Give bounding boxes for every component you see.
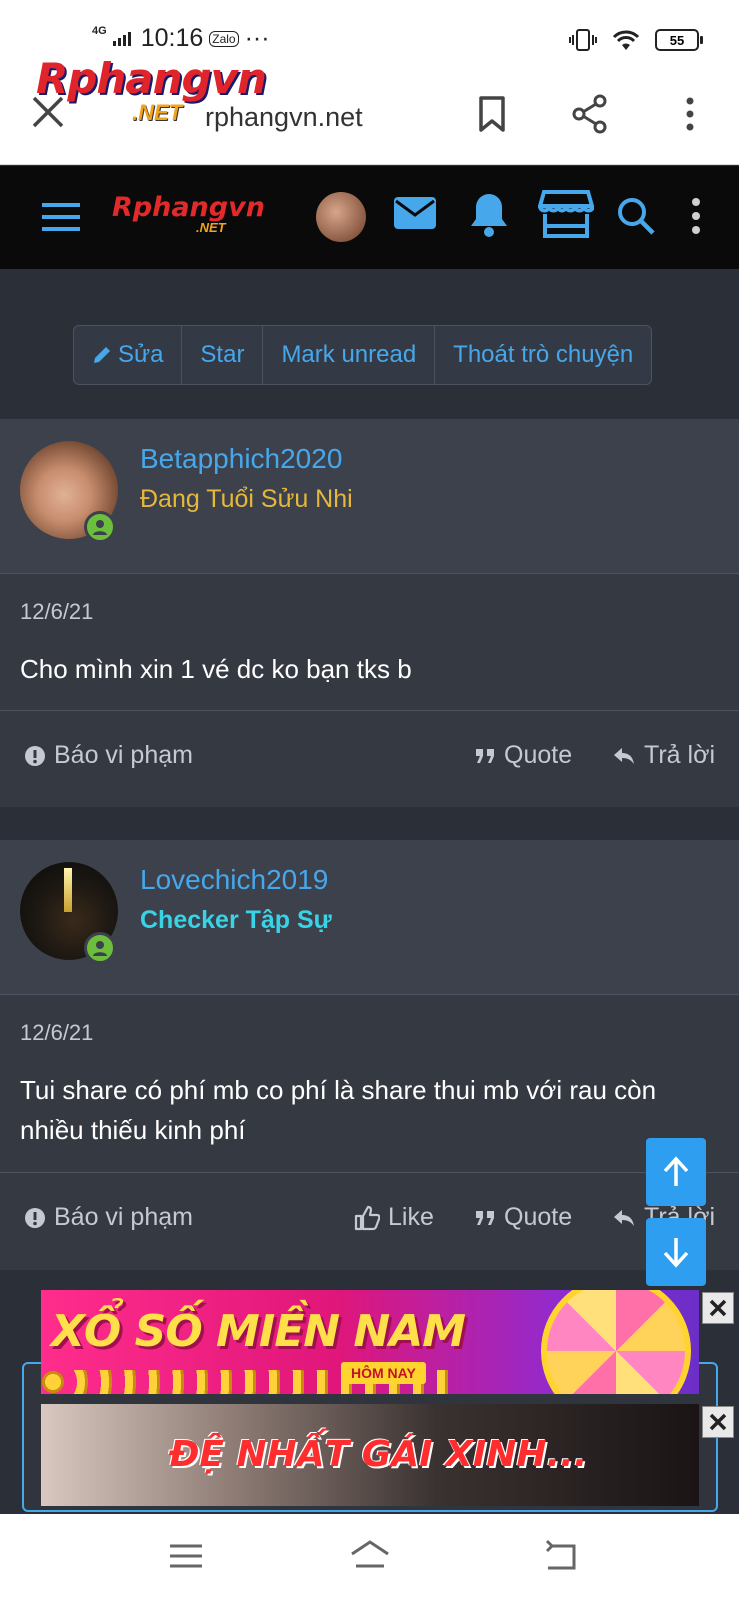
star-button[interactable]: Star bbox=[182, 326, 264, 384]
vibrate-icon bbox=[569, 29, 597, 51]
close-ad-button[interactable] bbox=[702, 1292, 734, 1324]
like-label: Like bbox=[388, 1203, 434, 1231]
forum-logo[interactable]: Rphangvn .NET bbox=[112, 194, 272, 242]
store-icon[interactable] bbox=[538, 188, 594, 240]
clock: 10:16 bbox=[140, 24, 204, 52]
message-post: Lovechich2019 Checker Tập Sự 12/6/21 Tui… bbox=[0, 840, 739, 1270]
battery-icon: 55 bbox=[655, 29, 703, 51]
logo-sub-text: .NET bbox=[132, 100, 183, 125]
pencil-icon bbox=[94, 347, 110, 363]
user-avatar[interactable] bbox=[316, 192, 366, 242]
thread-action-bar: Sửa Star Mark unread Thoát trò chuyện bbox=[73, 325, 653, 385]
menu-icon[interactable] bbox=[40, 200, 82, 234]
mail-icon[interactable] bbox=[392, 194, 438, 232]
report-button[interactable]: Báo vi phạm bbox=[24, 741, 193, 770]
close-icon bbox=[709, 1299, 727, 1317]
quote-icon bbox=[476, 1210, 494, 1225]
forum-logo-main: Rphangvn bbox=[112, 192, 265, 223]
message-post: Betapphich2020 Đang Tuổi Sửu Nhi 12/6/21… bbox=[0, 419, 739, 807]
post-author-header: Lovechich2019 Checker Tập Sự bbox=[0, 840, 739, 995]
mark-unread-button[interactable]: Mark unread bbox=[263, 326, 436, 384]
quote-label: Quote bbox=[504, 741, 573, 769]
reply-button[interactable]: Trả lời bbox=[612, 741, 715, 770]
close-icon bbox=[709, 1413, 727, 1431]
star-label: Star bbox=[200, 341, 245, 368]
url-text[interactable]: rphangvn.net bbox=[205, 102, 363, 133]
close-ad-button[interactable] bbox=[702, 1406, 734, 1438]
author-username[interactable]: Lovechich2019 bbox=[140, 864, 328, 896]
author-user-title: Checker Tập Sự bbox=[140, 906, 332, 934]
scroll-top-button[interactable] bbox=[646, 1138, 706, 1206]
reply-icon bbox=[614, 1209, 634, 1226]
online-status-icon bbox=[84, 511, 116, 543]
scroll-bottom-button[interactable] bbox=[646, 1218, 706, 1286]
alert-icon bbox=[25, 745, 45, 766]
more-vertical-icon[interactable] bbox=[670, 94, 710, 134]
reply-label: Trả lời bbox=[644, 741, 716, 769]
alert-icon bbox=[25, 1207, 45, 1228]
promo-ad-banner[interactable]: ĐỆ NHẤT GÁI XINH... bbox=[41, 1404, 699, 1506]
mark-unread-label: Mark unread bbox=[281, 341, 417, 368]
zalo-icon: Zalo bbox=[209, 30, 239, 47]
bell-icon[interactable] bbox=[468, 190, 510, 238]
ad-subtitle: HÔM NAY bbox=[341, 1362, 426, 1384]
wifi-icon bbox=[612, 30, 640, 50]
recent-apps-icon[interactable] bbox=[164, 1536, 208, 1576]
report-label: Báo vi phạm bbox=[54, 741, 193, 769]
bookmark-icon[interactable] bbox=[472, 94, 512, 134]
prize-wheel-icon bbox=[541, 1290, 691, 1394]
post-message: Tui share có phí mb co phí là share thui… bbox=[20, 1075, 657, 1145]
system-navigation-bar bbox=[0, 1514, 739, 1600]
post-message: Cho mình xin 1 vé dc ko bạn tks b bbox=[20, 654, 412, 684]
report-label: Báo vi phạm bbox=[54, 1203, 193, 1231]
logo-main-text: Rphangvn bbox=[36, 54, 267, 103]
post-author-header: Betapphich2020 Đang Tuổi Sửu Nhi bbox=[0, 419, 739, 574]
author-username[interactable]: Betapphich2020 bbox=[140, 443, 342, 475]
lottery-ad-banner[interactable]: XỔ SỐ MIỀN NAM HÔM NAY bbox=[41, 1290, 699, 1394]
post-footer: Báo vi phạm Quote Trả lời bbox=[0, 710, 739, 802]
arrow-down-icon bbox=[663, 1238, 689, 1268]
back-icon[interactable] bbox=[540, 1536, 584, 1576]
forum-header: Rphangvn .NET bbox=[0, 166, 739, 269]
quote-label: Quote bbox=[504, 1203, 573, 1231]
post-date[interactable]: 12/6/21 bbox=[20, 599, 93, 625]
more-vertical-icon[interactable] bbox=[688, 196, 704, 236]
reply-icon bbox=[614, 747, 634, 764]
home-icon[interactable] bbox=[348, 1536, 392, 1576]
leave-conversation-label: Thoát trò chuyện bbox=[453, 341, 634, 368]
status-bar: 4G 10:16 Zalo ··· bbox=[92, 24, 270, 53]
more-notifications-icon: ··· bbox=[244, 24, 270, 52]
thumbs-up-icon bbox=[354, 1205, 380, 1230]
edit-button[interactable]: Sửa bbox=[74, 326, 183, 384]
forum-logo-sub: .NET bbox=[196, 220, 226, 235]
online-status-icon bbox=[84, 932, 116, 964]
quote-button[interactable]: Quote bbox=[474, 1203, 572, 1232]
post-footer: Báo vi phạm Like Quote Trả lời bbox=[0, 1172, 739, 1264]
edit-label: Sửa bbox=[118, 341, 164, 368]
signal-icon bbox=[112, 31, 131, 46]
quote-button[interactable]: Quote bbox=[474, 741, 572, 770]
share-icon[interactable] bbox=[570, 94, 610, 134]
author-user-title: Đang Tuổi Sửu Nhi bbox=[140, 485, 353, 513]
quote-icon bbox=[476, 748, 494, 763]
status-right: 55 bbox=[569, 28, 703, 52]
close-icon[interactable] bbox=[30, 94, 66, 130]
report-button[interactable]: Báo vi phạm bbox=[24, 1203, 193, 1232]
leave-conversation-button[interactable]: Thoát trò chuyện bbox=[435, 326, 651, 384]
ad-title: XỔ SỐ MIỀN NAM bbox=[51, 1306, 466, 1357]
post-date[interactable]: 12/6/21 bbox=[20, 1020, 93, 1046]
arrow-up-icon bbox=[663, 1156, 689, 1186]
network-type: 4G bbox=[92, 24, 107, 37]
search-icon[interactable] bbox=[616, 196, 656, 236]
like-button[interactable]: Like bbox=[354, 1203, 434, 1232]
ad-title: ĐỆ NHẤT GÁI XINH... bbox=[169, 1434, 588, 1475]
browser-chrome: 4G 10:16 Zalo ··· 55 Rphangvn .NET rphan… bbox=[0, 0, 739, 165]
